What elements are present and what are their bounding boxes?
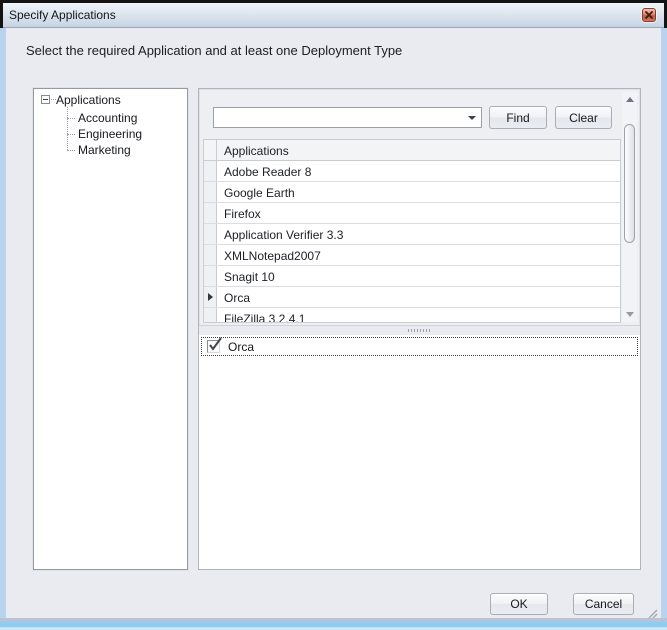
applications-panel: Find Clear Applications Adobe Reader 8 G… <box>198 88 641 570</box>
row-indicator-cell <box>204 182 217 202</box>
applications-grid: Applications Adobe Reader 8 Google Earth… <box>203 139 621 323</box>
scroll-down-button[interactable] <box>622 307 637 322</box>
application-row[interactable]: Firefox <box>204 203 620 224</box>
close-button[interactable] <box>642 8 656 22</box>
tree-panel: Applications Accounting Engineering Mark… <box>33 88 188 570</box>
search-combobox <box>213 107 482 128</box>
close-icon <box>645 11 653 19</box>
splitter-grip-icon <box>408 329 432 332</box>
application-row[interactable]: Google Earth <box>204 182 620 203</box>
title-bar: Specify Applications <box>3 3 664 28</box>
vertical-scrollbar[interactable] <box>622 92 637 322</box>
window-border-right <box>661 28 667 630</box>
resize-grip-icon[interactable] <box>647 606 658 617</box>
application-row[interactable]: Adobe Reader 8 <box>204 161 620 182</box>
application-name: Firefox <box>217 203 620 223</box>
arrow-down-icon <box>626 312 634 317</box>
grid-column-header[interactable]: Applications <box>217 140 620 160</box>
tree-item-accounting[interactable]: Accounting <box>78 111 137 125</box>
application-name: Orca <box>217 287 620 307</box>
row-indicator-cell <box>204 224 217 244</box>
tree-item-marketing[interactable]: Marketing <box>78 143 131 157</box>
current-row-arrow-icon <box>208 293 213 301</box>
application-row[interactable]: Snagit 10 <box>204 266 620 287</box>
row-indicator-cell <box>204 245 217 265</box>
dialog-body: Select the required Application and at l… <box>6 28 661 618</box>
window-border-bottom <box>0 618 667 630</box>
row-indicator-cell <box>204 308 217 323</box>
instruction-text: Select the required Application and at l… <box>26 43 402 58</box>
deployment-types-list: Orca <box>199 335 640 569</box>
tree-item-engineering[interactable]: Engineering <box>78 127 142 141</box>
application-row[interactable]: FileZilla 3.2.4.1 <box>204 308 620 323</box>
grid-header-indicator-cell <box>204 140 217 160</box>
deployment-type-label: Orca <box>228 340 254 354</box>
checkmark-icon <box>207 336 224 353</box>
tree-connector <box>67 150 75 151</box>
row-indicator-cell <box>204 287 217 307</box>
application-name: Snagit 10 <box>217 266 620 286</box>
application-row-current[interactable]: Orca <box>204 287 620 308</box>
application-name: Adobe Reader 8 <box>217 161 620 181</box>
application-row[interactable]: XMLNotepad2007 <box>204 245 620 266</box>
application-name: Application Verifier 3.3 <box>217 224 620 244</box>
tree-connector <box>67 107 68 150</box>
application-row[interactable]: Application Verifier 3.3 <box>204 224 620 245</box>
search-input[interactable] <box>214 108 463 127</box>
panel-splitter[interactable] <box>199 325 640 335</box>
grid-header-row: Applications <box>204 140 620 161</box>
deployment-type-item[interactable]: Orca <box>201 337 638 356</box>
clear-button[interactable]: Clear <box>555 106 612 129</box>
tree-collapse-toggle-icon[interactable] <box>41 95 50 104</box>
application-name: FileZilla 3.2.4.1 <box>217 308 620 323</box>
chevron-down-icon <box>468 116 476 120</box>
row-indicator-cell <box>204 266 217 286</box>
cancel-button[interactable]: Cancel <box>573 593 634 615</box>
scroll-up-button[interactable] <box>622 92 637 107</box>
combo-dropdown-button[interactable] <box>463 108 481 127</box>
application-name: Google Earth <box>217 182 620 202</box>
ok-button[interactable]: OK <box>490 593 548 615</box>
orca-checkbox[interactable] <box>207 340 220 353</box>
window-title: Specify Applications <box>9 8 116 22</box>
row-indicator-cell <box>204 161 217 181</box>
dialog-specify-applications: Specify Applications Select the required… <box>0 0 667 630</box>
arrow-up-icon <box>626 97 634 102</box>
row-indicator-cell <box>204 203 217 223</box>
scrollbar-thumb[interactable] <box>624 124 635 243</box>
application-name: XMLNotepad2007 <box>217 245 620 265</box>
tree-connector <box>67 134 75 135</box>
find-button[interactable]: Find <box>489 106 547 129</box>
tree-item-applications[interactable]: Applications <box>56 93 121 107</box>
tree-connector <box>67 118 75 119</box>
